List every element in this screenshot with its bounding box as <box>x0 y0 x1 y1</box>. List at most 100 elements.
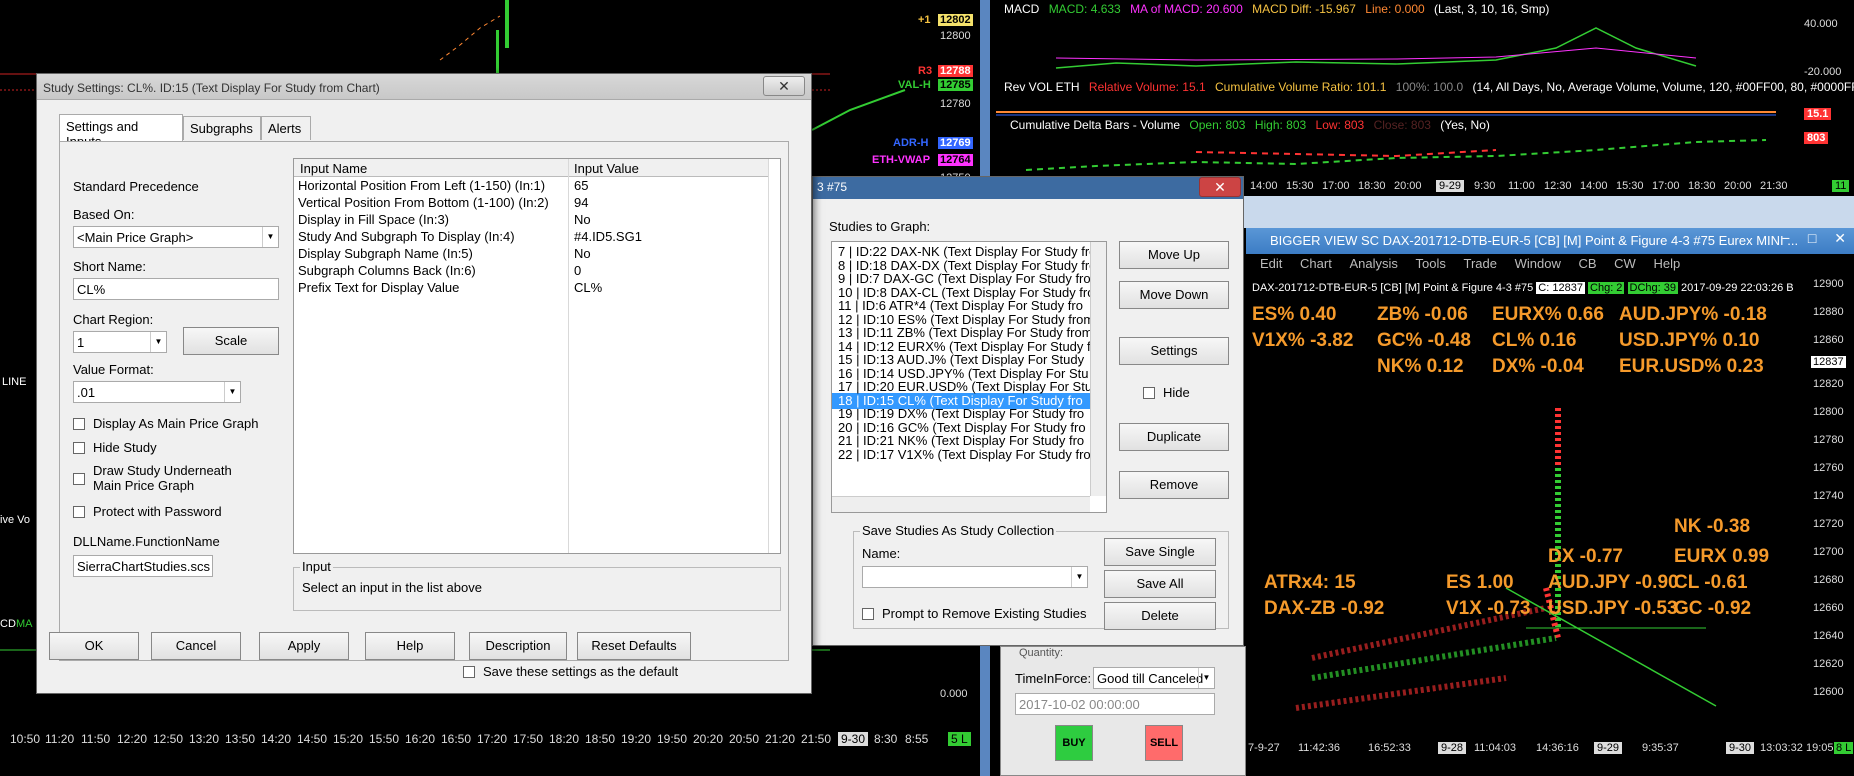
study-list-item[interactable]: 7 | ID:22 DAX-NK (Text Display For Study… <box>832 244 1090 260</box>
order-date-field[interactable]: 2017-10-02 00:00:00 <box>1015 693 1215 715</box>
cancel-button[interactable]: Cancel <box>151 632 241 660</box>
sell-button[interactable]: SELL <box>1145 725 1183 761</box>
help-button[interactable]: Help <box>365 632 455 660</box>
bigger-view-menubar: Edit Chart Analysis Tools Trade Window C… <box>1246 254 1854 274</box>
description-button[interactable]: Description <box>469 632 567 660</box>
input-row[interactable]: Prefix Text for Display Value CL% <box>294 280 754 297</box>
quote-gc: GC -0.92 <box>1674 598 1752 619</box>
input-value-cell[interactable]: 65 <box>574 178 588 193</box>
maximize-icon[interactable]: □ <box>1808 230 1816 246</box>
quote-dx-pct: DX% -0.04 <box>1492 356 1584 377</box>
input-value-cell[interactable]: #4.ID5.SG1 <box>574 229 642 244</box>
display-main-price-checkbox[interactable]: Display As Main Price Graph <box>73 416 258 431</box>
chart-datetime: 2017-09-29 22:03:26 B <box>1681 282 1794 294</box>
quote-gc-pct: GC% -0.48 <box>1377 330 1471 351</box>
input-value-cell[interactable]: No <box>574 212 591 227</box>
scale-button[interactable]: Scale <box>183 327 279 355</box>
input-row[interactable]: Display Subgraph Name (In:5) No <box>294 246 754 263</box>
tab-alerts[interactable]: Alerts <box>261 116 311 140</box>
menu-cw[interactable]: CW <box>1614 256 1636 271</box>
save-default-checkbox[interactable]: Save these settings as the default <box>463 664 678 679</box>
reset-defaults-button[interactable]: Reset Defaults <box>577 632 691 660</box>
input-row[interactable]: Study And Subgraph To Display (In:4) #4.I… <box>294 229 754 246</box>
quote-es-pct: ES% 0.40 <box>1252 304 1337 325</box>
input-name-cell: Vertical Position From Bottom (1-100) (I… <box>298 195 549 210</box>
hide-study-checkbox[interactable]: Hide Study <box>73 440 157 455</box>
input-value-cell[interactable]: 94 <box>574 195 588 210</box>
short-name-input[interactable]: CL% <box>73 278 279 300</box>
save-single-button[interactable]: Save Single <box>1104 538 1216 566</box>
list-vertical-scrollbar[interactable] <box>1090 242 1106 496</box>
input-row[interactable]: Horizontal Position From Left (1-150) (I… <box>294 178 754 195</box>
prompt-remove-checkbox[interactable]: Prompt to Remove Existing Studies <box>862 606 1086 621</box>
input-name-header[interactable]: Input Name <box>294 159 568 177</box>
chevron-down-icon: ▼ <box>1198 668 1214 688</box>
minimize-icon[interactable]: − <box>1782 230 1790 246</box>
eth-vwap-tag: ETH-VWAP <box>872 154 931 166</box>
time-label: 11:04:03 <box>1474 742 1517 754</box>
chart-region-select[interactable]: 1 ▼ <box>73 331 167 353</box>
ok-button[interactable]: OK <box>49 632 139 660</box>
tab-subgraphs[interactable]: Subgraphs <box>183 116 261 140</box>
input-value-cell[interactable]: CL% <box>574 280 602 295</box>
menu-help[interactable]: Help <box>1653 256 1680 271</box>
buy-button[interactable]: BUY <box>1055 725 1093 761</box>
study-settings-titlebar[interactable]: Study Settings: CL%. ID:15 (Text Display… <box>37 74 811 100</box>
price-label-12780: 12780 <box>940 98 971 110</box>
input-value-cell[interactable]: No <box>574 246 591 261</box>
draw-underneath-checkbox[interactable]: Draw Study Underneath Main Price Graph <box>73 463 232 493</box>
dll-name-input[interactable]: SierraChartStudies.scs <box>73 555 213 577</box>
menu-trade[interactable]: Trade <box>1463 256 1496 271</box>
study-settings-dialog[interactable]: Study Settings: CL%. ID:15 (Text Display… <box>36 73 812 694</box>
move-down-button[interactable]: Move Down <box>1119 281 1229 309</box>
value-format-select[interactable]: .01 ▼ <box>73 381 241 403</box>
delete-button[interactable]: Delete <box>1104 602 1216 630</box>
input-value-header[interactable]: Input Value <box>568 159 768 177</box>
menu-edit[interactable]: Edit <box>1260 256 1282 271</box>
chart-studies-dialog[interactable]: 3 #75 ✕ Studies to Graph: 22 | ID:17 V1X… <box>812 176 1244 646</box>
based-on-value: <Main Price Graph> <box>77 230 194 245</box>
menu-analysis[interactable]: Analysis <box>1349 256 1397 271</box>
time-label: 14:50 <box>297 732 328 746</box>
close-icon[interactable]: ✕ <box>1834 230 1846 246</box>
menu-tools[interactable]: Tools <box>1416 256 1446 271</box>
inputs-table[interactable]: Input Name Input Value Horizontal Positi… <box>293 158 781 554</box>
settings-button[interactable]: Settings <box>1119 337 1229 365</box>
studies-close-button[interactable]: ✕ <box>1199 177 1241 197</box>
tab-settings-inputs[interactable]: Settings and Inputs <box>59 114 183 149</box>
cum-delta-name: Cumulative Delta Bars - Volume <box>1010 118 1181 132</box>
cd-tag: CD <box>0 618 16 630</box>
input-row[interactable]: Vertical Position From Bottom (1-100) (I… <box>294 195 754 212</box>
input-value-cell[interactable]: 0 <box>574 263 581 278</box>
macd-volume-chart[interactable]: MACD MACD: 4.633 MA of MACD: 20.600 MACD… <box>996 0 1854 196</box>
remove-button[interactable]: Remove <box>1119 471 1229 499</box>
bigger-view-titlebar[interactable]: BIGGER VIEW SC DAX-201712-DTB-EUR-5 [CB]… <box>1246 228 1854 254</box>
studies-list[interactable]: 22 | ID:17 V1X% (Text Display For Study … <box>831 241 1107 513</box>
date-marker: 9-29 <box>1594 742 1623 754</box>
hide-checkbox[interactable]: Hide <box>1143 385 1190 400</box>
apply-button[interactable]: Apply <box>259 632 349 660</box>
adr-h-value-tag: 12769 <box>938 137 973 149</box>
time-label: 21:30 <box>1760 180 1788 192</box>
chevron-down-icon: ▼ <box>1071 567 1087 587</box>
collection-name-select[interactable]: ▼ <box>862 566 1088 588</box>
protect-password-checkbox[interactable]: Protect with Password <box>73 504 222 519</box>
studies-dialog-titlebar[interactable]: 3 #75 <box>813 177 1243 199</box>
based-on-select[interactable]: <Main Price Graph> ▼ <box>73 226 279 248</box>
macd-legend: MACD MACD: 4.633 MA of MACD: 20.600 MACD… <box>1004 2 1549 16</box>
rev-vol-name: Rev VOL ETH <box>1004 80 1080 94</box>
duplicate-button[interactable]: Duplicate <box>1119 423 1229 451</box>
input-row[interactable]: Display in Fill Space (In:3) No <box>294 212 754 229</box>
menu-chart[interactable]: Chart <box>1300 256 1332 271</box>
line-tag: LINE <box>2 376 27 388</box>
move-up-button[interactable]: Move Up <box>1119 241 1229 269</box>
input-row[interactable]: Subgraph Columns Back (In:6) 0 <box>294 263 754 280</box>
list-horizontal-scrollbar[interactable] <box>832 496 1090 512</box>
time-label: 15:50 <box>369 732 400 746</box>
close-button[interactable]: ✕ <box>763 76 805 96</box>
tif-select[interactable]: Good till Canceled ▼ <box>1093 667 1215 689</box>
menu-window[interactable]: Window <box>1515 256 1561 271</box>
menu-cb[interactable]: CB <box>1578 256 1596 271</box>
save-all-button[interactable]: Save All <box>1104 570 1216 598</box>
bigger-view-window[interactable]: BIGGER VIEW SC DAX-201712-DTB-EUR-5 [CB]… <box>1246 228 1854 776</box>
